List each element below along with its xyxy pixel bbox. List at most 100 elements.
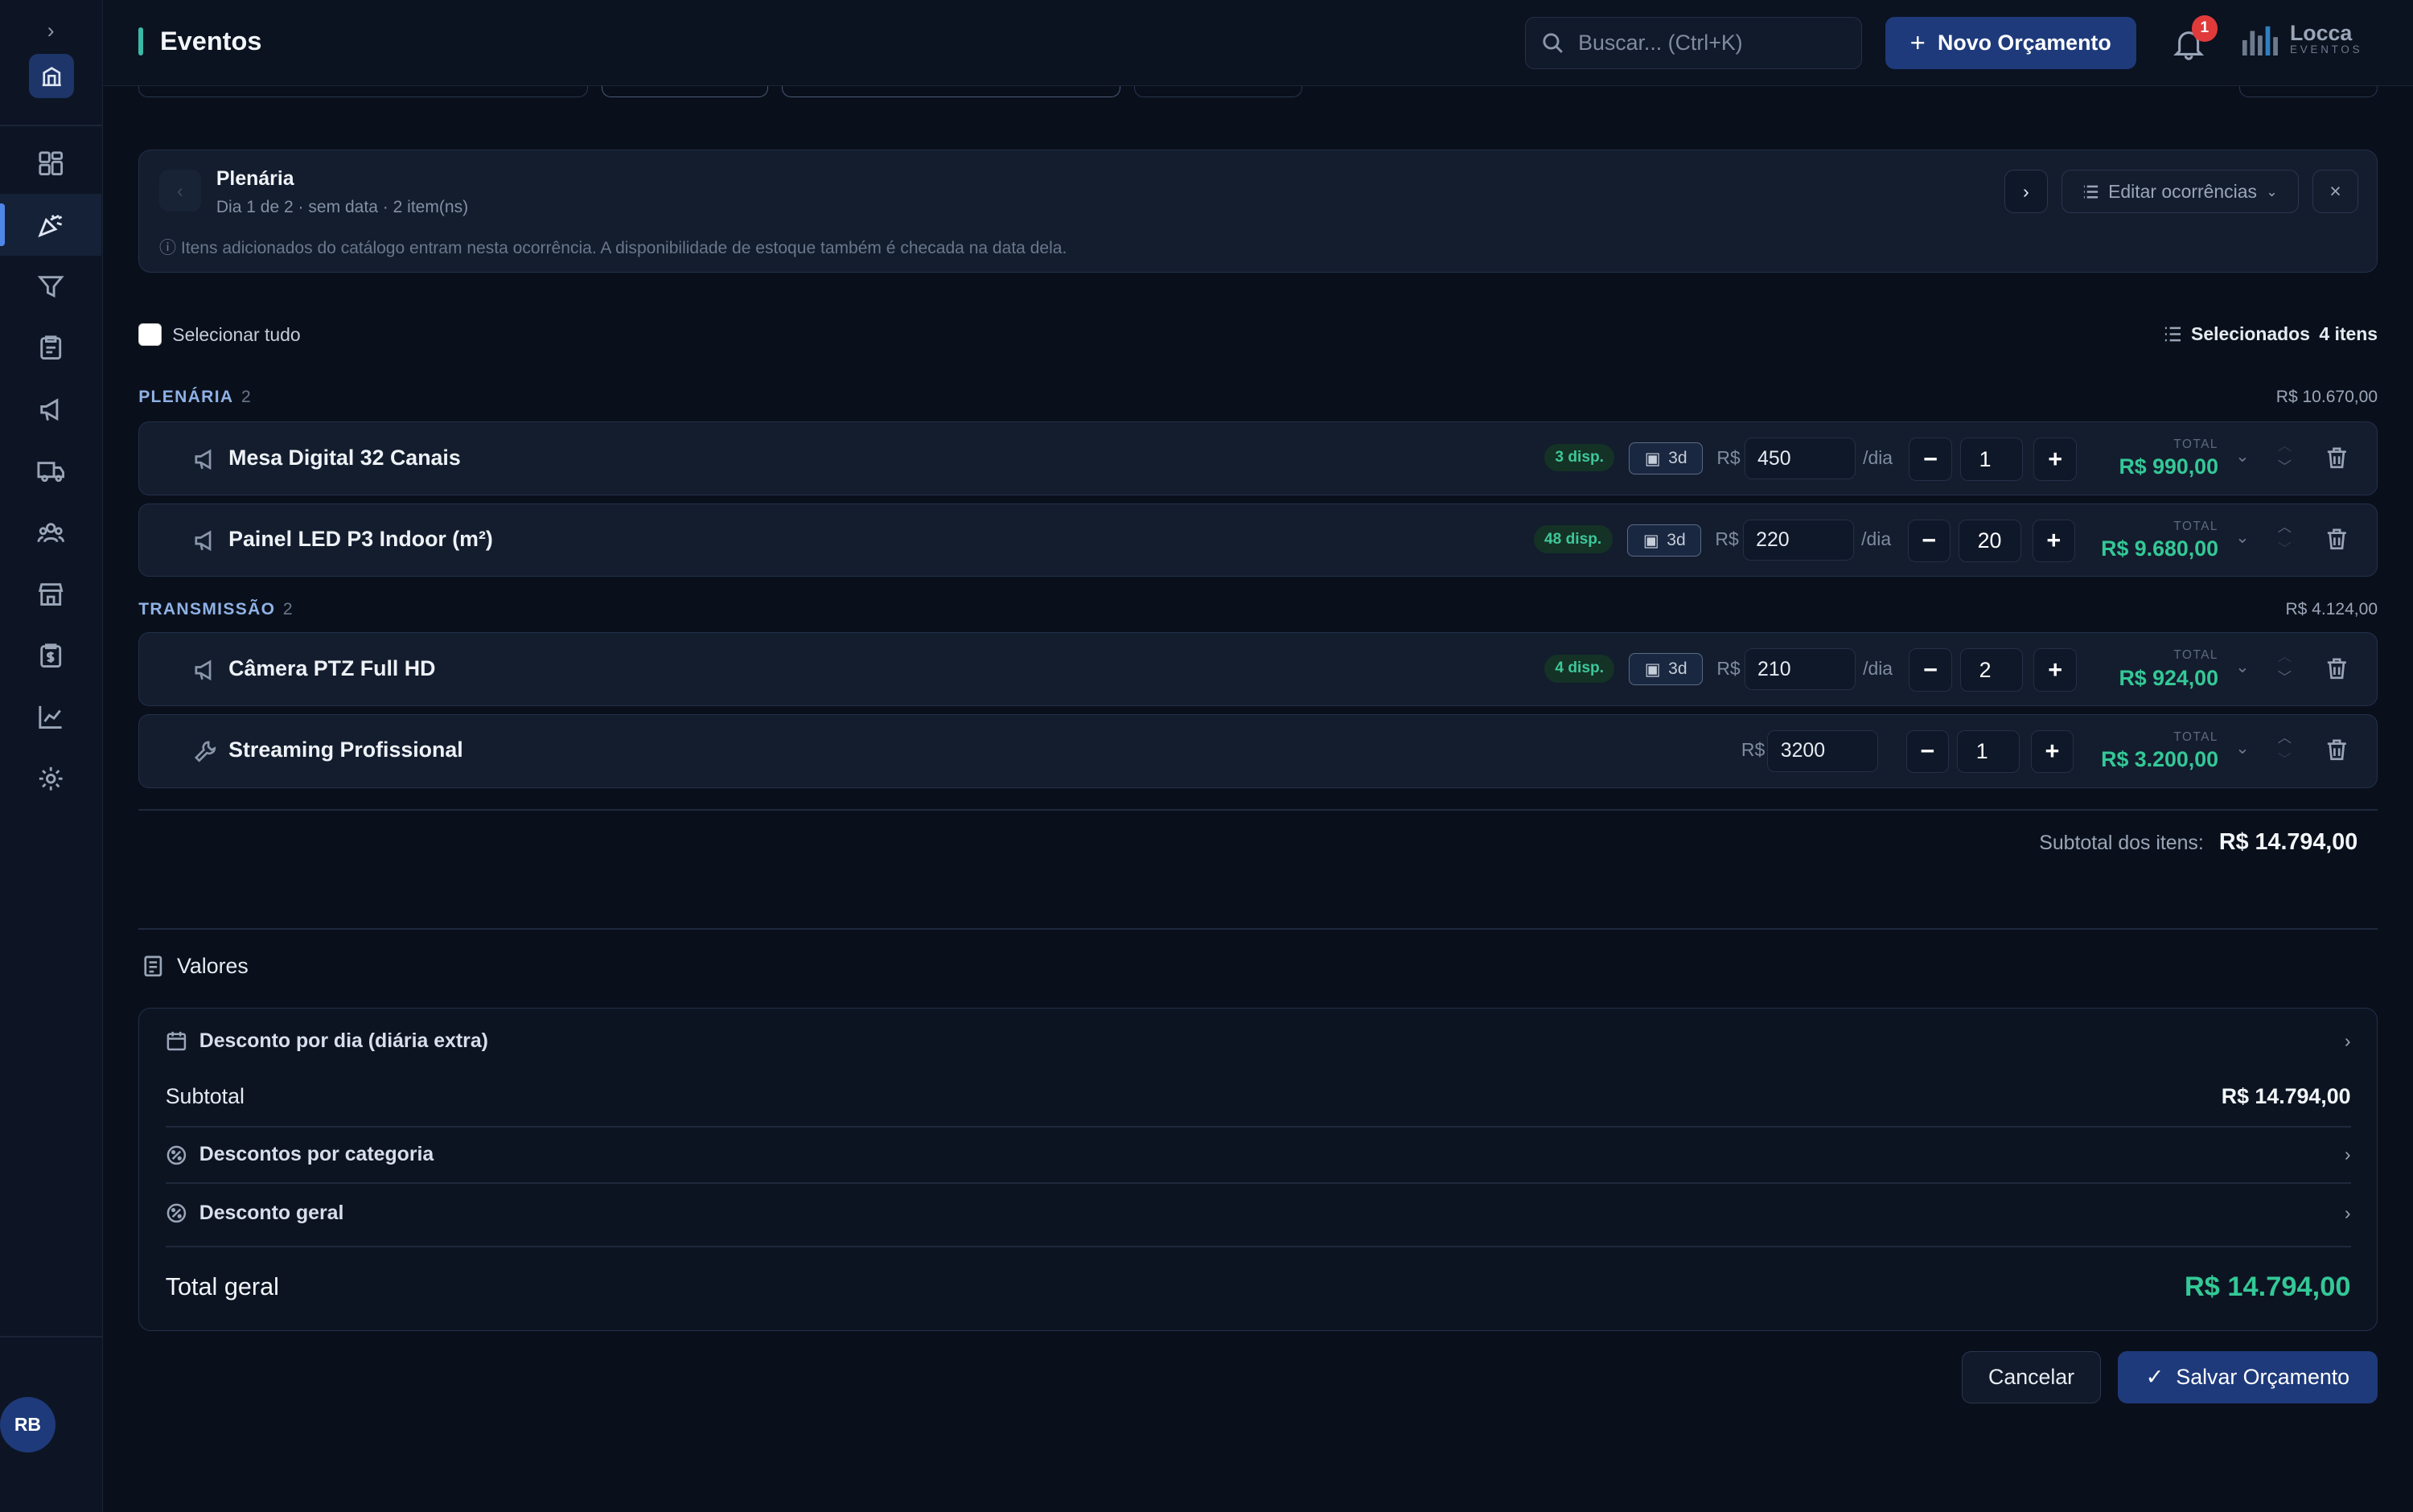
hidden-field[interactable]: [2238, 86, 2378, 97]
price-input[interactable]: 220: [1742, 519, 1854, 561]
increase-qty-button[interactable]: +: [2030, 729, 2074, 774]
sidebar-item-dashboard[interactable]: [0, 133, 101, 195]
user-avatar[interactable]: RB: [0, 1397, 55, 1453]
unit-label: /dia: [1863, 446, 1893, 468]
sidebar-item-clientes[interactable]: [0, 502, 101, 564]
plus-icon: +: [1909, 28, 1926, 58]
subtotal-value: R$ 14.794,00: [2221, 1083, 2351, 1108]
close-occurrence-button[interactable]: ×: [2312, 170, 2359, 213]
sidebar-item-orcamentos[interactable]: [0, 317, 101, 379]
category-discounts-row[interactable]: Descontos por categoria ›: [166, 1141, 2351, 1169]
sidebar-toggle-button[interactable]: ›: [34, 15, 68, 46]
hidden-field[interactable]: [1134, 86, 1302, 97]
category-header: PLENÁRIA 2: [138, 388, 252, 407]
increase-qty-button[interactable]: +: [2033, 438, 2078, 481]
edit-occurrences-button[interactable]: Editar ocorrências ⌄: [2061, 170, 2299, 213]
discount-badge-icon: [166, 1145, 186, 1165]
subtotal-label: Subtotal: [165, 1083, 245, 1108]
days-button[interactable]: ▣ 3d: [1629, 442, 1704, 475]
megaphone-icon: [195, 530, 212, 552]
selected-label: Selecionados: [2191, 323, 2310, 344]
cancel-button[interactable]: Cancelar: [1962, 1350, 2101, 1403]
general-discount-row[interactable]: Desconto geral ›: [166, 1199, 2351, 1226]
reorder-buttons[interactable]: ︿ ﹀: [2275, 435, 2294, 481]
hidden-field[interactable]: [602, 86, 768, 97]
trash-icon[interactable]: [2325, 656, 2349, 681]
total-label: TOTAL: [2173, 729, 2218, 744]
quantity-input[interactable]: 2: [1959, 648, 2024, 692]
next-occurrence-button[interactable]: ›: [2004, 170, 2048, 213]
trash-icon[interactable]: [2325, 738, 2349, 762]
trash-icon[interactable]: [2325, 527, 2349, 552]
days-button[interactable]: ▣ 3d: [1629, 653, 1704, 686]
item-name: Mesa Digital 32 Canais: [228, 445, 461, 470]
divider: [138, 809, 2378, 811]
quantity-input[interactable]: 1: [1959, 438, 2024, 481]
receipt-icon: [144, 955, 162, 977]
reorder-buttons[interactable]: ︿ ﹀: [2275, 516, 2294, 562]
reorder-buttons[interactable]: ︿ ﹀: [2275, 646, 2294, 692]
trash-icon[interactable]: [2325, 446, 2349, 470]
reorder-buttons[interactable]: ︿ ﹀: [2275, 727, 2294, 773]
calendar-discount-icon: [166, 1031, 186, 1051]
price-input[interactable]: 210: [1744, 648, 1856, 691]
search-placeholder: Buscar... (Ctrl+K): [1578, 31, 1743, 55]
previous-occurrence-button[interactable]: ‹: [159, 170, 201, 212]
items-subtotal-label: Subtotal dos itens:: [2039, 832, 2204, 855]
select-all-checkbox[interactable]: [138, 323, 162, 347]
sidebar-item-configuracoes[interactable]: [0, 748, 101, 810]
subtotal-row: Subtotal R$ 14.794,00: [166, 1081, 2351, 1111]
decrease-qty-button[interactable]: −: [1909, 438, 1953, 481]
chevron-down-icon[interactable]: ⌄: [2235, 738, 2250, 758]
chevron-down-icon[interactable]: ⌄: [2235, 527, 2250, 548]
sidebar-item-marketing[interactable]: [0, 379, 101, 441]
price-input[interactable]: 3200: [1767, 729, 1879, 772]
quantity-input[interactable]: 1: [1956, 729, 2020, 774]
total-label: TOTAL: [2173, 438, 2218, 452]
increase-qty-button[interactable]: +: [2032, 519, 2076, 563]
increase-qty-button[interactable]: +: [2033, 648, 2078, 692]
category-header: TRANSMISSÃO 2: [138, 600, 294, 619]
edit-occurrences-label: Editar ocorrências: [2108, 180, 2257, 202]
occurrence-card: ‹ Plenária Dia 1 de 2 · sem data · 2 ite…: [138, 149, 2378, 273]
divider: [138, 927, 2378, 930]
wrench-icon: [195, 741, 216, 763]
sidebar-item-financeiro[interactable]: [0, 625, 101, 687]
sidebar-item-eventos[interactable]: [0, 194, 102, 256]
quantity-input[interactable]: 20: [1958, 519, 2022, 563]
dashboard-icon: [39, 150, 63, 175]
decrease-qty-button[interactable]: −: [1905, 729, 1950, 774]
day-discount-row[interactable]: Desconto por dia (diária extra) ›: [166, 1027, 2351, 1054]
sidebar-item-logistica[interactable]: [0, 440, 101, 502]
list-icon: [2083, 185, 2098, 199]
hidden-field[interactable]: [138, 86, 588, 97]
sidebar-item-fornecedores[interactable]: [0, 563, 101, 625]
decrease-qty-button[interactable]: −: [1909, 648, 1953, 692]
company-logo-icon[interactable]: [29, 53, 74, 99]
days-label: 3d: [1668, 449, 1687, 468]
grand-total-value: R$ 14.794,00: [2184, 1272, 2351, 1302]
item-row: Painel LED P3 Indoor (m²) 48 disp. ▣ 3d R…: [138, 503, 2378, 577]
unit-label: /dia: [1863, 657, 1893, 679]
hidden-field[interactable]: [781, 86, 1120, 97]
decrease-qty-button[interactable]: −: [1907, 519, 1951, 563]
days-button[interactable]: ▣ 3d: [1627, 524, 1702, 557]
brand-name: Locca: [2289, 20, 2353, 45]
price-input[interactable]: 450: [1744, 438, 1856, 480]
chevron-down-icon[interactable]: ⌄: [2235, 656, 2250, 677]
occurrence-subtitle: Dia 1 de 2 · sem data · 2 item(ns): [216, 197, 469, 216]
chevron-down-icon[interactable]: ⌄: [2235, 446, 2250, 466]
save-budget-button[interactable]: ✓ Salvar Orçamento: [2117, 1350, 2378, 1403]
selected-info[interactable]: Selecionados 4 itens: [2164, 323, 2378, 345]
megaphone-icon: [40, 397, 59, 421]
sidebar-item-funnel[interactable]: [0, 256, 101, 318]
item-name: Streaming Profissional: [228, 738, 463, 762]
divider: [165, 1245, 2351, 1247]
item-name: Câmera PTZ Full HD: [228, 656, 436, 681]
search-input[interactable]: Buscar... (Ctrl+K): [1525, 17, 1863, 70]
availability-badge: 3 disp.: [1544, 444, 1615, 472]
sidebar-item-relatorios[interactable]: [0, 686, 101, 748]
new-budget-button[interactable]: + Novo Orçamento: [1885, 17, 2136, 70]
divider: [165, 1182, 2351, 1185]
select-all[interactable]: Selecionar tudo: [138, 323, 301, 347]
